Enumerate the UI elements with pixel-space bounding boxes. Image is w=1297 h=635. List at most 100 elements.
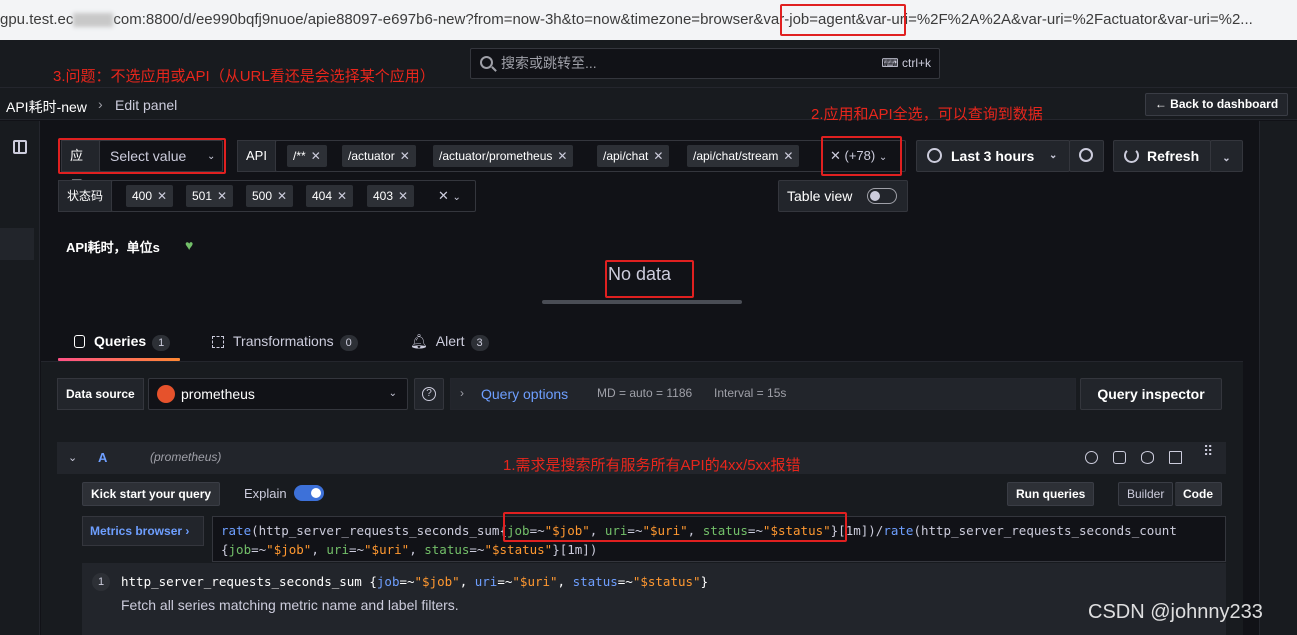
arrow-left-icon: ← bbox=[1154, 97, 1171, 111]
no-data-message: No data bbox=[608, 264, 672, 284]
global-search-input[interactable]: 搜索或跳转至... ⌨ ctrl+k bbox=[470, 48, 940, 79]
search-icon bbox=[480, 56, 493, 69]
table-view-toggle[interactable] bbox=[867, 188, 897, 204]
browser-url-bar[interactable]: gpu.test.ec com:8800/d/ee990bqfj9nuoe/api… bbox=[0, 0, 1297, 40]
remove-chip-icon: ✕ bbox=[157, 189, 168, 203]
api-chip[interactable]: /api/chat/stream ✕ bbox=[687, 145, 800, 167]
refresh-icon bbox=[1124, 148, 1139, 163]
kick-start-button[interactable]: Kick start your query bbox=[82, 482, 221, 506]
url-main: com:8800/d/ee990bqfj9nuoe/apie88097-e697… bbox=[113, 11, 754, 28]
query-datasource-hint: (prometheus) bbox=[150, 450, 222, 464]
zoom-out-button[interactable] bbox=[1069, 140, 1104, 172]
run-queries-button[interactable]: Run queries bbox=[1007, 482, 1095, 506]
shortcut-hint: ⌨ ctrl+k bbox=[881, 56, 931, 70]
panel-title: API耗时，单位s bbox=[66, 240, 160, 255]
api-chip[interactable]: /** ✕ bbox=[287, 145, 327, 167]
explain-toggle[interactable] bbox=[294, 485, 324, 501]
url-tail: var-uri=%2F%2A%2A&var-uri=%2Factuator&va… bbox=[865, 11, 1253, 28]
data-source-help-button[interactable]: ? bbox=[414, 378, 444, 410]
dock-menu-icon[interactable] bbox=[13, 140, 27, 154]
remove-chip-icon: ✕ bbox=[557, 149, 568, 163]
refresh-button[interactable]: Refresh bbox=[1113, 140, 1211, 172]
query-ref-id[interactable]: A bbox=[98, 450, 107, 465]
breadcrumb-dashboard[interactable]: API耗时-new bbox=[6, 97, 87, 117]
chevron-down-icon: ⌄ bbox=[452, 192, 461, 203]
annotation-issue-1: 1.需求是搜索所有服务所有API的4xx/5xx报错 bbox=[503, 457, 801, 474]
status-chip[interactable]: 501 ✕ bbox=[186, 185, 234, 207]
status-chip[interactable]: 400 ✕ bbox=[126, 185, 174, 207]
remove-chip-icon: ✕ bbox=[399, 149, 410, 163]
panel-resize-handle[interactable] bbox=[542, 300, 742, 304]
status-chip[interactable]: 500 ✕ bbox=[246, 185, 294, 207]
remove-chip-icon: ✕ bbox=[398, 189, 409, 203]
clear-icon: ✕ bbox=[830, 148, 845, 163]
left-dock bbox=[0, 121, 40, 635]
time-range-picker[interactable]: Last 3 hours ⌄ bbox=[916, 140, 1070, 172]
help-icon: ? bbox=[422, 387, 436, 401]
trash-icon[interactable] bbox=[1169, 451, 1182, 464]
transform-icon bbox=[212, 336, 224, 348]
tab-queries[interactable]: Queries 1 bbox=[74, 333, 171, 351]
status-variable-label: 状态码 bbox=[58, 180, 112, 212]
dock-selected-item[interactable] bbox=[0, 228, 34, 260]
status-clear[interactable]: ✕ ⌄ bbox=[438, 181, 461, 213]
bell-icon: 🔔︎ bbox=[410, 333, 428, 349]
url-redaction bbox=[73, 13, 114, 28]
clock-icon bbox=[927, 148, 942, 163]
chevron-down-icon: ⌄ bbox=[207, 151, 216, 162]
query-inspector-button[interactable]: Query inspector bbox=[1080, 378, 1222, 410]
help-icon[interactable] bbox=[1085, 451, 1098, 464]
chevron-down-icon[interactable]: ⌄ bbox=[68, 451, 77, 464]
annotation-issue-2: 2.应用和API全选，可以查询到数据 bbox=[811, 106, 1043, 123]
watermark: CSDN @johnny233 bbox=[1088, 601, 1263, 623]
data-source-label: Data source bbox=[57, 378, 144, 410]
remove-chip-icon: ✕ bbox=[310, 149, 321, 163]
data-source-select[interactable]: prometheus ⌄ bbox=[148, 378, 408, 410]
metrics-browser-button[interactable]: Metrics browser › bbox=[82, 516, 204, 546]
duplicate-icon[interactable] bbox=[1113, 451, 1126, 464]
api-chip[interactable]: /actuator ✕ bbox=[342, 145, 416, 167]
remove-chip-icon: ✕ bbox=[337, 189, 348, 203]
breadcrumb bbox=[0, 88, 1297, 120]
prometheus-icon bbox=[157, 385, 175, 403]
back-to-dashboard-button[interactable]: ← Back to dashboard bbox=[1145, 93, 1288, 116]
chevron-down-icon: ⌄ bbox=[1222, 153, 1231, 164]
explain-label: Explain bbox=[244, 486, 287, 501]
url-highlight: &var-job=agent& bbox=[753, 11, 866, 28]
active-tab-indicator bbox=[58, 358, 180, 361]
refresh-interval-picker[interactable]: ⌄ bbox=[1210, 140, 1243, 172]
mode-builder-tab[interactable]: Builder bbox=[1118, 482, 1174, 506]
zoom-out-icon bbox=[1079, 148, 1093, 162]
chevron-right-icon: › bbox=[98, 96, 103, 112]
promql-editor[interactable]: rate(http_server_requests_seconds_sum{jo… bbox=[212, 516, 1226, 562]
api-variable-label: API bbox=[237, 140, 276, 172]
tab-alert[interactable]: 🔔︎ Alert 3 bbox=[410, 333, 489, 351]
chevron-down-icon: ⌄ bbox=[1049, 150, 1058, 161]
api-more-count[interactable]: ✕ (+78) ⌄ bbox=[830, 141, 887, 173]
query-options-interval: Interval = 15s bbox=[714, 386, 787, 400]
tab-transformations[interactable]: Transformations 0 bbox=[212, 333, 358, 351]
suggestion-query[interactable]: http_server_requests_seconds_sum {job=~"… bbox=[121, 574, 708, 589]
options-pane-collapsed bbox=[1259, 121, 1297, 635]
api-chip[interactable]: /actuator/prometheus ✕ bbox=[433, 145, 574, 167]
search-placeholder: 搜索或跳转至... bbox=[501, 55, 597, 71]
drag-handle-icon[interactable]: ⠿ bbox=[1203, 444, 1214, 458]
api-chip[interactable]: /api/chat ✕ bbox=[597, 145, 670, 167]
clear-icon: ✕ bbox=[438, 188, 453, 203]
suggestion-description: Fetch all series matching metric name an… bbox=[121, 597, 459, 613]
status-chip[interactable]: 403 ✕ bbox=[367, 185, 415, 207]
app-variable-label: 应用 bbox=[61, 140, 100, 193]
heart-icon[interactable]: ♥ bbox=[185, 237, 193, 253]
mode-code-tab[interactable]: Code bbox=[1175, 482, 1222, 506]
status-chip[interactable]: 404 ✕ bbox=[306, 185, 354, 207]
remove-chip-icon: ✕ bbox=[653, 149, 664, 163]
remove-chip-icon: ✕ bbox=[217, 189, 228, 203]
query-options-title[interactable]: Query options bbox=[481, 386, 568, 402]
chevron-down-icon: ⌄ bbox=[388, 388, 397, 399]
app-variable-value: Select value bbox=[110, 148, 187, 164]
eye-icon[interactable] bbox=[1141, 451, 1154, 464]
breadcrumb-page: Edit panel bbox=[115, 97, 178, 113]
database-icon bbox=[74, 335, 85, 348]
suggestion-index: 1 bbox=[92, 573, 110, 591]
annotation-issue-3: 3.问题：不选应用或API（从URL看还是会选择某个应用） bbox=[53, 68, 435, 85]
